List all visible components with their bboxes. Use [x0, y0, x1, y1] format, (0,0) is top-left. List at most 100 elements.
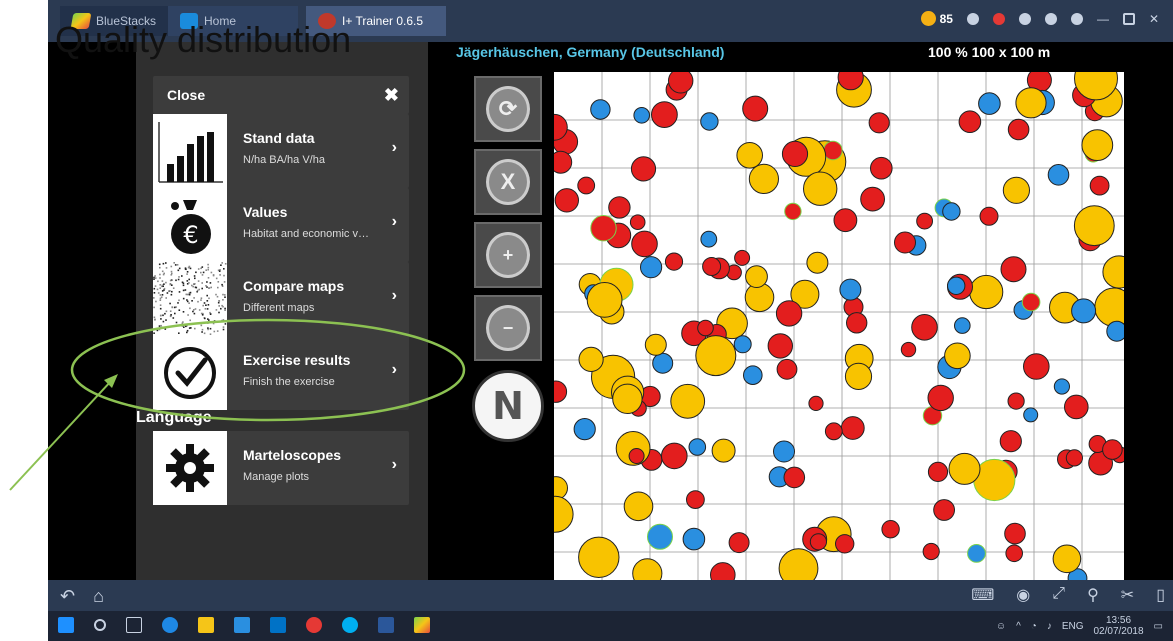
clock[interactable]: 13:56 02/07/2018: [1093, 615, 1143, 637]
tree-marker[interactable]: [630, 156, 657, 182]
minimize-icon[interactable]: —: [1097, 12, 1109, 26]
zoom-out-button[interactable]: −: [474, 295, 542, 361]
tree-marker[interactable]: [835, 534, 855, 554]
tree-marker[interactable]: [728, 532, 750, 554]
tray-chevron-up-icon[interactable]: ^: [1016, 621, 1021, 632]
tree-marker[interactable]: [629, 214, 646, 230]
tree-marker[interactable]: [776, 358, 798, 380]
tree-marker[interactable]: [958, 110, 982, 134]
tree-marker[interactable]: [702, 257, 722, 276]
fullscreen-icon[interactable]: ⤢: [1052, 585, 1065, 605]
tree-marker[interactable]: [664, 252, 684, 271]
tree-marker[interactable]: [1007, 118, 1030, 141]
tree-marker[interactable]: [942, 202, 961, 221]
tree-marker[interactable]: [1047, 164, 1070, 186]
tree-marker[interactable]: [1064, 394, 1089, 420]
tree-marker[interactable]: [846, 312, 868, 334]
tree-marker[interactable]: [1005, 544, 1024, 563]
cancel-button[interactable]: X: [474, 149, 542, 215]
tree-marker[interactable]: [969, 274, 1004, 310]
tree-marker[interactable]: [711, 438, 736, 463]
tree-marker[interactable]: [944, 342, 971, 370]
tree-marker[interactable]: [668, 72, 694, 94]
tree-marker[interactable]: [628, 448, 645, 464]
tree-marker[interactable]: [554, 380, 568, 403]
file-explorer-icon[interactable]: [198, 617, 214, 633]
tree-marker[interactable]: [1015, 87, 1047, 119]
tree-marker[interactable]: [781, 140, 809, 168]
tree-marker[interactable]: [647, 523, 673, 550]
tree-marker[interactable]: [608, 196, 631, 219]
tree-marker[interactable]: [661, 442, 688, 470]
tree-marker[interactable]: [1071, 298, 1097, 324]
menu-item-compare-maps[interactable]: Compare maps Different maps ›: [153, 262, 409, 336]
tree-marker[interactable]: [933, 499, 956, 521]
refresh-button[interactable]: ⟳: [474, 76, 542, 142]
tree-marker[interactable]: [590, 215, 617, 242]
account-icon[interactable]: [1044, 12, 1057, 25]
tree-marker[interactable]: [697, 319, 714, 337]
tree-marker[interactable]: [1000, 256, 1027, 283]
tree-marker[interactable]: [686, 490, 705, 510]
tree-marker[interactable]: [823, 140, 843, 161]
tree-marker[interactable]: [632, 558, 663, 580]
tree-marker[interactable]: [806, 251, 829, 274]
bluestacks-taskbar-icon[interactable]: [414, 617, 430, 633]
tree-marker[interactable]: [1052, 544, 1082, 574]
tree-marker[interactable]: [916, 212, 934, 230]
search-icon[interactable]: [94, 619, 106, 631]
tree-marker[interactable]: [767, 333, 794, 359]
tree-marker[interactable]: [640, 256, 663, 279]
tree-marker[interactable]: [1023, 353, 1050, 380]
location-icon[interactable]: ⚲: [1087, 585, 1099, 605]
tree-marker[interactable]: [682, 527, 706, 551]
tree-marker[interactable]: [1065, 449, 1084, 467]
tree-marker[interactable]: [954, 317, 971, 334]
tree-marker[interactable]: [927, 384, 954, 412]
tree-marker[interactable]: [922, 542, 940, 561]
action-center-icon[interactable]: ▭: [1154, 621, 1163, 632]
tree-marker[interactable]: [783, 466, 806, 489]
tree-marker[interactable]: [803, 171, 838, 206]
tree-marker[interactable]: [700, 112, 719, 131]
tree-marker[interactable]: [700, 230, 718, 248]
tree-marker[interactable]: [590, 99, 611, 120]
tree-marker[interactable]: [999, 430, 1022, 453]
network-icon[interactable]: ◔: [1031, 621, 1037, 632]
tree-marker[interactable]: [824, 422, 843, 441]
menu-item-values[interactable]: € Values Habitat and economic val... ›: [153, 188, 409, 262]
tree-marker[interactable]: [1023, 407, 1039, 423]
settings-icon[interactable]: [1070, 12, 1083, 25]
tree-marker[interactable]: [775, 300, 803, 327]
tree-marker[interactable]: [868, 112, 890, 134]
tree-marker[interactable]: [612, 383, 643, 414]
tree-marker[interactable]: [1106, 320, 1124, 342]
tree-marker[interactable]: [1081, 129, 1114, 161]
tree-marker[interactable]: [778, 548, 819, 580]
home-nav-icon[interactable]: ⌂: [93, 586, 104, 607]
tree-marker[interactable]: [745, 265, 768, 289]
scissors-icon[interactable]: ✂: [1121, 585, 1134, 605]
tree-marker[interactable]: [808, 395, 824, 411]
tree-marker[interactable]: [900, 341, 917, 358]
tree-marker[interactable]: [978, 92, 1001, 115]
tree-marker[interactable]: [578, 536, 620, 578]
windows-start-icon[interactable]: [58, 617, 74, 633]
tree-marker[interactable]: [554, 495, 574, 533]
tree-marker[interactable]: [979, 206, 999, 226]
tree-marker[interactable]: [967, 544, 986, 563]
tree-marker[interactable]: [1102, 255, 1124, 289]
tree-marker[interactable]: [1102, 439, 1123, 460]
alert-icon[interactable]: [992, 12, 1005, 25]
volume-icon[interactable]: ♪: [1047, 621, 1052, 632]
tree-marker[interactable]: [1089, 175, 1110, 196]
store-icon[interactable]: [234, 617, 250, 633]
tree-marker[interactable]: [1002, 176, 1030, 204]
tree-marker[interactable]: [1053, 378, 1070, 395]
tree-marker[interactable]: [839, 278, 862, 301]
tree-marker[interactable]: [894, 231, 916, 254]
tree-marker[interactable]: [1073, 205, 1115, 247]
tree-marker[interactable]: [1007, 392, 1025, 410]
outlook-icon[interactable]: [270, 617, 286, 633]
word-icon[interactable]: [378, 617, 394, 633]
